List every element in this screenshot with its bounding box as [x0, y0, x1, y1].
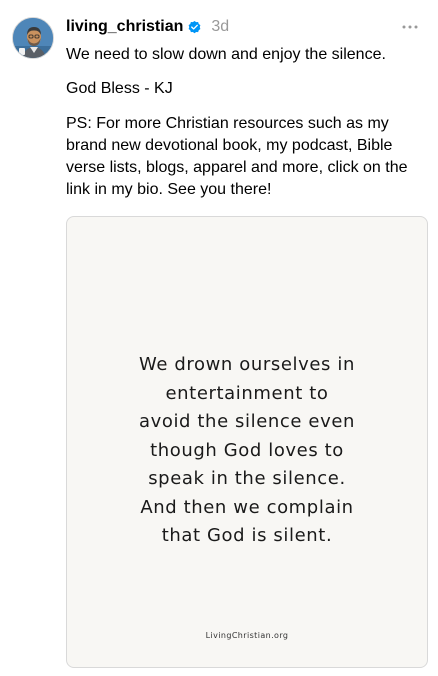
username[interactable]: living_christian — [66, 18, 183, 36]
quote-line: And then we complain — [140, 496, 354, 518]
post-image[interactable]: We drown ourselves in entertainment to a… — [66, 216, 428, 668]
post: living_christian 3d We need to slow down… — [0, 0, 438, 676]
verified-badge-icon — [187, 20, 202, 35]
profile-avatar-icon — [13, 18, 53, 58]
image-watermark: LivingChristian.org — [205, 631, 289, 640]
post-text-signature: God Bless - KJ — [66, 80, 173, 97]
quote-line: speak in the silence. — [148, 468, 346, 489]
quote-line: avoid the silence even — [138, 411, 356, 432]
more-options-icon — [402, 25, 418, 29]
quote-line: that God is silent. — [161, 525, 333, 546]
quote-text: We drown ourselves in entertainment to a… — [67, 351, 427, 551]
post-header: living_christian 3d — [66, 15, 229, 39]
avatar[interactable] — [12, 17, 54, 59]
post-text-line-1: We need to slow down and enjoy the silen… — [66, 46, 386, 63]
quote-line: though God loves to — [150, 439, 344, 461]
quote-line: We drown ourselves in — [139, 354, 355, 375]
more-options-button[interactable] — [400, 17, 420, 37]
post-timestamp: 3d — [211, 18, 230, 35]
post-text-ps: PS: For more Christian resources such as… — [66, 115, 408, 198]
quote-line: entertainment to — [165, 382, 329, 404]
